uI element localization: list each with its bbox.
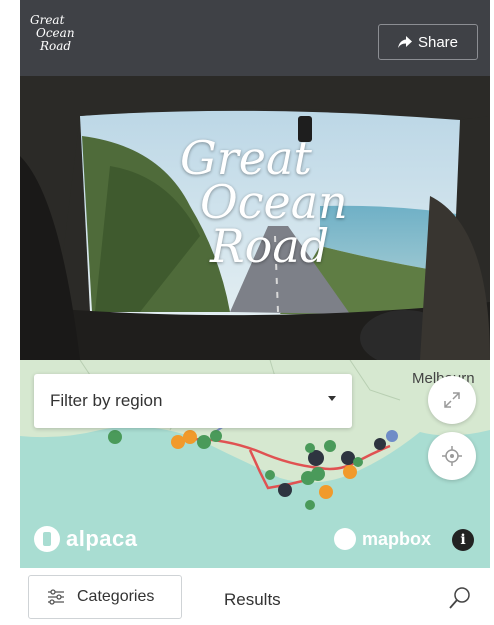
mapbox-mark-icon (334, 528, 356, 550)
results-tab[interactable]: Results (224, 590, 281, 610)
map-marker (324, 440, 336, 452)
map-marker (305, 443, 315, 453)
map[interactable]: Melbourn Filter by region alpaca mapbox (20, 360, 490, 568)
search-icon (449, 587, 470, 609)
map-marker (210, 430, 222, 442)
map-marker (278, 483, 292, 497)
header: Great Ocean Road Share (20, 0, 490, 76)
locate-icon (442, 446, 462, 466)
map-marker (108, 430, 122, 444)
share-label: Share (417, 33, 459, 51)
expand-icon (444, 392, 460, 408)
map-marker (374, 438, 386, 450)
bottom-bar: Categories Results (20, 568, 490, 625)
map-marker (197, 435, 211, 449)
map-marker (305, 500, 315, 510)
filter-label: Filter by region (50, 391, 163, 410)
locate-me-button[interactable] (428, 432, 476, 480)
alpaca-mark-icon (34, 526, 60, 552)
map-marker (386, 430, 398, 442)
map-marker (265, 470, 275, 480)
alpaca-logo[interactable]: alpaca (34, 526, 138, 552)
map-marker (319, 485, 333, 499)
categories-label: Categories (77, 588, 155, 605)
sliders-icon (48, 589, 64, 605)
alpaca-wordmark: alpaca (66, 526, 138, 551)
hero-image: Great Ocean Road (20, 76, 490, 360)
region-filter-select[interactable]: Filter by region (34, 374, 352, 428)
share-button[interactable]: Share (378, 24, 478, 60)
mapbox-logo[interactable]: mapbox (334, 528, 431, 550)
map-marker (171, 435, 185, 449)
map-marker (311, 467, 325, 481)
info-button[interactable]: i (452, 529, 474, 551)
brand-logo[interactable]: Great Ocean Road (30, 14, 90, 64)
caret-down-icon (328, 396, 336, 401)
share-arrow-icon (397, 36, 412, 48)
categories-button[interactable]: Categories (28, 575, 182, 619)
mapbox-wordmark: mapbox (362, 528, 432, 549)
map-marker (353, 457, 363, 467)
map-marker (183, 430, 197, 444)
hero-title-line: Ocean (200, 175, 348, 229)
expand-map-button[interactable] (428, 376, 476, 424)
hero-title-line: Road (210, 219, 330, 273)
logo-line: Road (40, 39, 72, 53)
map-marker (343, 465, 357, 479)
search-button[interactable] (448, 586, 472, 610)
hero-title: Great Ocean Road (170, 131, 370, 273)
hero-title-line: Great (180, 131, 312, 185)
map-marker (341, 451, 355, 465)
app-frame: Great Ocean Road Share Great Ocean Road … (20, 0, 490, 625)
